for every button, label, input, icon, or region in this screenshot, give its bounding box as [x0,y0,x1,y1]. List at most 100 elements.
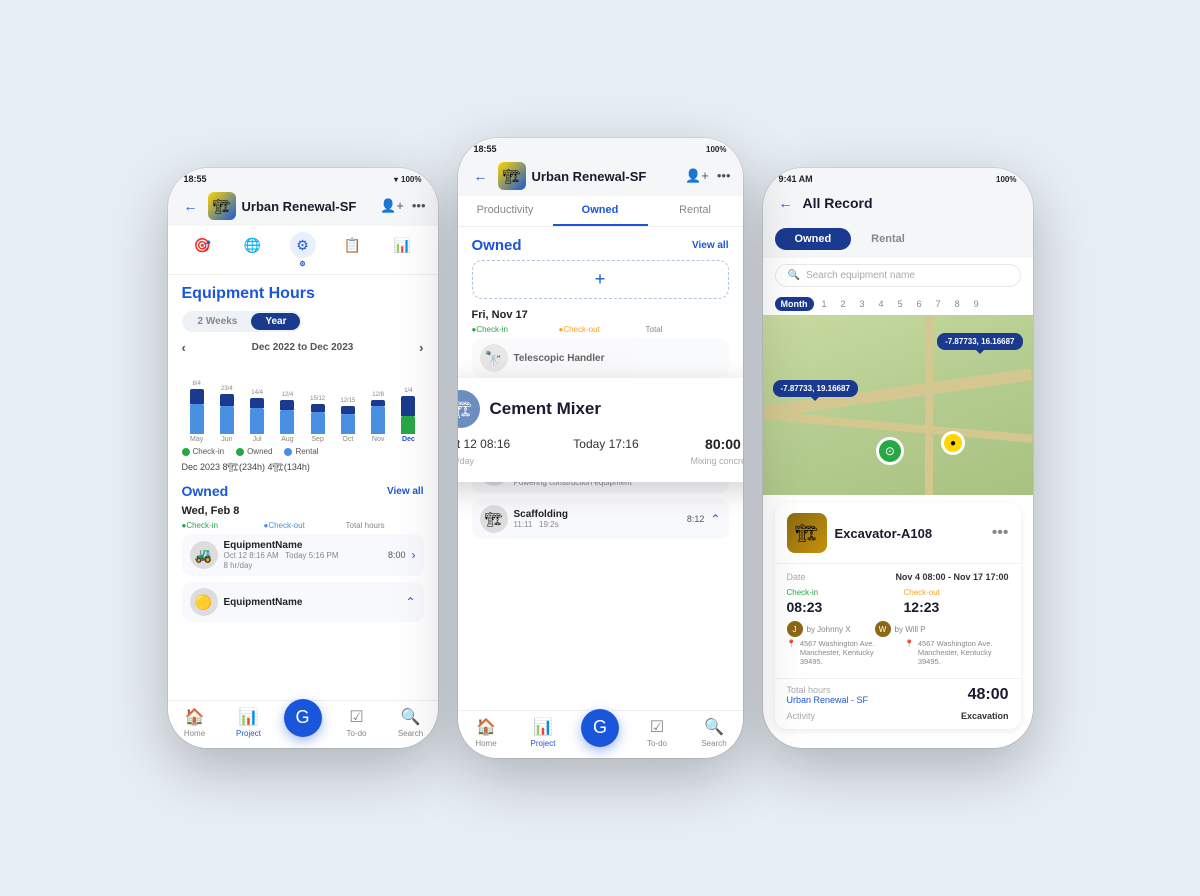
scaffolding-row[interactable]: 🏗 Scaffolding 11:11 19:2s 8:12 ⌃ [472,499,729,539]
year-btn[interactable]: Year [251,313,300,330]
total-hours-row: Total hours Urban Renewal - SF 48:00 [775,678,1021,711]
tab-rental[interactable]: Rental [648,196,743,226]
search-bar[interactable]: 🔍 Search equipment name [775,264,1021,287]
checkin-checkout-row: Check-in 08:23 Check-out 12:23 [787,588,1009,615]
person-add-icon[interactable]: 👤+ [380,198,404,214]
owned-rental-tabs: Owned Rental [763,220,1033,258]
month-tab-3[interactable]: 3 [854,297,871,311]
rental-dot [284,448,292,456]
center-phone: 18:55 100% ← 🏗 Urban Renewal-SF 👤+ ••• P… [458,138,743,758]
center-checkout-col: ●Check-out [559,325,642,334]
nav-icon-globe[interactable]: 🌐 [240,232,266,268]
bar-jun: 23/4 Jun [214,386,240,443]
by-checkin-row: J by Johnny X W by Will P [787,621,1009,637]
right-back-button[interactable]: ← [775,192,797,214]
center-app-header: ← 🏗 Urban Renewal-SF 👤+ ••• [458,156,743,196]
bar-may-label: 8/4 [192,381,200,387]
nav-search[interactable]: 🔍 Search [384,707,438,738]
month-tab-4[interactable]: 4 [873,297,890,311]
owned-view-all[interactable]: View all [387,486,424,497]
bar-may: 8/4 May [184,381,210,443]
bar-may-rental [190,389,204,404]
nav-icon-chart[interactable]: 📊 [390,232,416,268]
left-app-header: ← 🏗 Urban Renewal-SF 👤+ ••• [168,186,438,226]
popup-desc: Mixing concrete [602,456,743,466]
center-person-icon[interactable]: 👤+ [685,168,709,184]
eq-arrow-1: › [412,548,416,562]
center-nav-fab[interactable]: G [572,719,629,747]
bar-sep-owned [311,412,325,434]
record-name: Excavator-A108 [835,526,984,541]
docs-icon: 📋 [340,232,366,258]
nav-home[interactable]: 🏠 Home [168,707,222,738]
activity-value: Excavation [961,711,1009,721]
center-nav-search[interactable]: 🔍 Search [686,717,743,748]
left-back-button[interactable]: ← [180,195,202,217]
nav-icon-docs[interactable]: 📋 [340,232,366,268]
fab-button[interactable]: G [284,699,322,737]
date-next-btn[interactable]: › [419,340,423,355]
checkout-avatar: W [875,621,891,637]
month-tab-7[interactable]: 7 [930,297,947,311]
center-fab-button[interactable]: G [581,709,619,747]
telescopic-handler-row[interactable]: 🔭 Telescopic Handler [472,338,729,378]
more-icon[interactable]: ••• [412,198,426,214]
month-tab-6[interactable]: 6 [911,297,928,311]
nov-label: Nov [372,436,384,443]
cement-mixer-popup: 🏗 Cement Mixer Oct 12 08:16 Today 17:16 … [458,378,743,482]
nav-fab-left[interactable]: G [276,709,330,737]
center-battery: 100% [706,145,726,154]
center-more-icon[interactable]: ••• [717,168,731,184]
center-back-button[interactable]: ← [470,165,492,187]
map-marker-green[interactable]: ⊙ [876,437,904,465]
tab-productivity[interactable]: Productivity [458,196,553,226]
popup-sub-row: 8 hr/day Mixing concrete [458,456,743,466]
nav-icon-home[interactable]: 🎯 [190,232,216,268]
nav-todo[interactable]: ☑ To-do [330,707,384,738]
project-nav-label: Project [236,729,261,738]
month-tab-9[interactable]: 9 [968,297,985,311]
month-tab-8[interactable]: 8 [949,297,966,311]
record-menu-icon[interactable]: ••• [992,524,1009,542]
month-tab-5[interactable]: 5 [892,297,909,311]
center-nav-home[interactable]: 🏠 Home [458,717,515,748]
center-view-all[interactable]: View all [692,240,729,251]
nav-icon-equipment[interactable]: ⚙ ⚙ [290,232,316,268]
month-tab-2[interactable]: 2 [835,297,852,311]
left-status-bar: 18:55 ▾ 100% [168,168,438,186]
jul-label: Jul [253,436,262,443]
tab-owned[interactable]: Owned [553,196,648,226]
center-nav-project[interactable]: 📊 Project [515,717,572,748]
eq-icon-2: 🟡 [190,588,218,616]
center-nav-todo[interactable]: ☑ To-do [629,717,686,748]
bar-dec-rental [401,396,415,416]
popup-total: 80:00 [705,436,741,452]
owned-legend-label: Owned [247,447,272,456]
rental-tab[interactable]: Rental [851,228,925,250]
checkin-title: Check-in [787,588,892,597]
phones-container: 18:55 ▾ 100% ← 🏗 Urban Renewal-SF 👤+ •••… [0,98,1200,798]
home-nav-icon: 🏠 [185,707,205,727]
date-prev-btn[interactable]: ‹ [182,340,186,355]
chart-legend: Check-in Owned Rental [182,447,424,456]
add-equipment-btn[interactable]: + [472,260,729,299]
map-marker-yellow[interactable]: ● [941,431,965,455]
time-toggle: 2 Weeks Year [182,311,303,332]
two-weeks-btn[interactable]: 2 Weeks [184,313,252,330]
todo-nav-icon: ☑ [349,707,363,727]
owned-tab[interactable]: Owned [775,228,852,250]
equipment-row-2[interactable]: 🟡 EquipmentName ⌃ [182,582,424,622]
center-bottom-nav: 🏠 Home 📊 Project G ☑ To-do 🔍 Search [458,710,743,758]
left-screen-content: Equipment Hours 2 Weeks Year ‹ Dec 2022 … [168,275,438,715]
checkin-col-right: Check-in 08:23 [787,588,892,615]
left-bottom-nav: 🏠 Home 📊 Project G ☑ To-do 🔍 Search [168,700,438,748]
checkin-time: 08:23 [787,599,892,615]
bar-oct-owned [341,414,355,434]
record-header: 🏗 Excavator-A108 ••• [775,503,1021,564]
month-tab-1[interactable]: 1 [816,297,833,311]
popup-icon: 🏗 [458,390,480,428]
nav-project[interactable]: 📊 Project [222,707,276,738]
month-tab-all[interactable]: Month [775,297,814,311]
equipment-row-1[interactable]: 🚜 EquipmentName Oct 12 8:16 AM Today 5:1… [182,534,424,576]
popup-times-row: Oct 12 08:16 Today 17:16 80:00 › [458,436,743,452]
